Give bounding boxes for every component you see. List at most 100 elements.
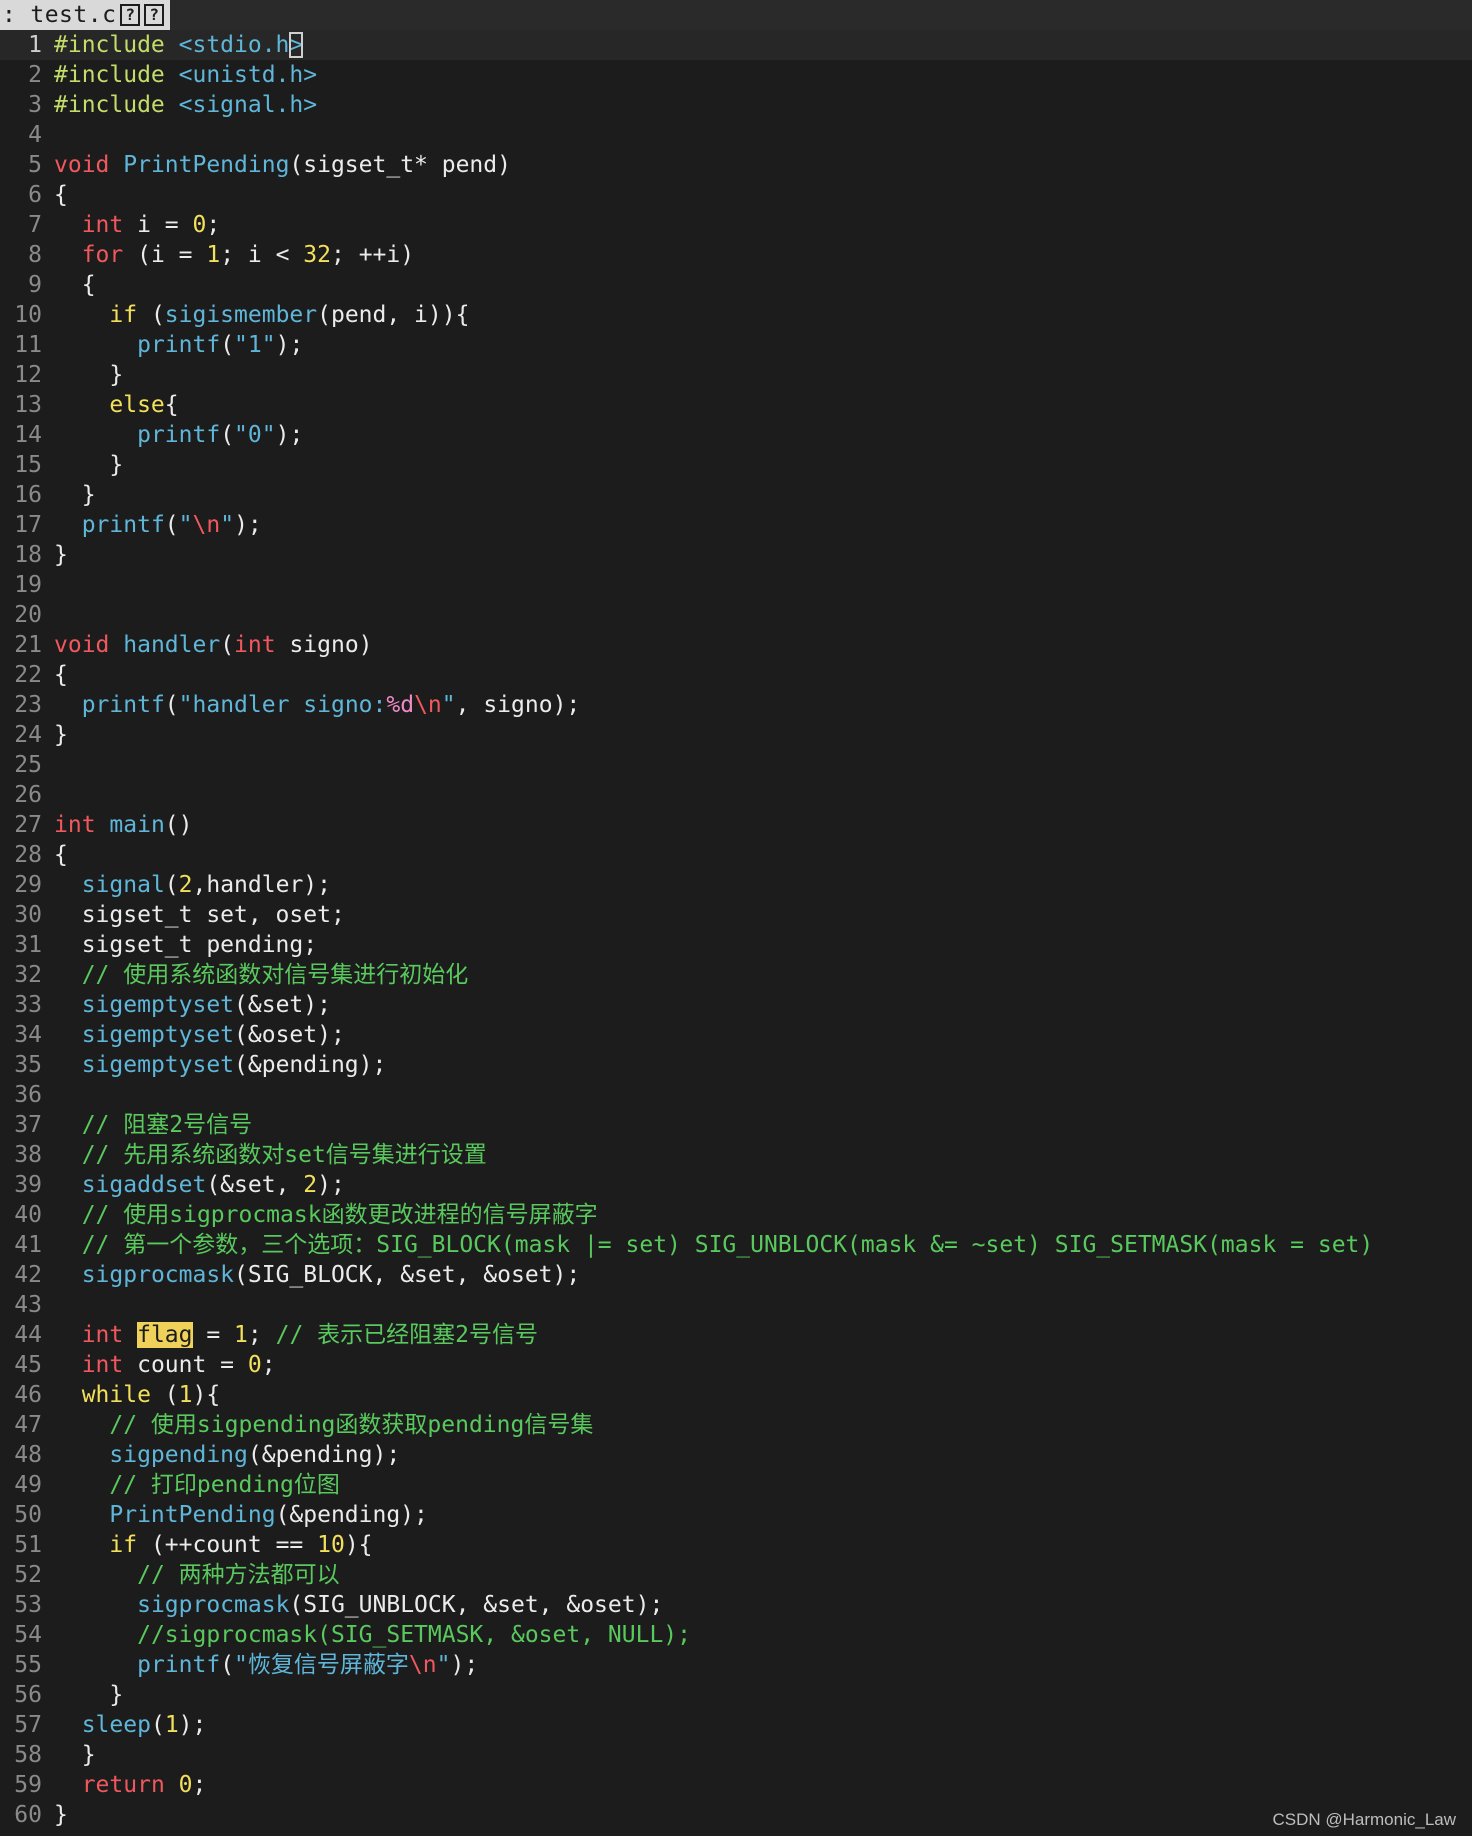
code-line[interactable]: 29 signal(2,handler); (0, 870, 1472, 900)
code-line[interactable]: 53 sigprocmask(SIG_UNBLOCK, &set, &oset)… (0, 1590, 1472, 1620)
code-line[interactable]: 17 printf("\n"); (0, 510, 1472, 540)
line-number: 52 (14, 1562, 42, 1588)
line-number: 57 (14, 1712, 42, 1738)
code-line[interactable]: 48 sigpending(&pending); (0, 1440, 1472, 1470)
line-code: int count = 0; (54, 1350, 276, 1380)
code-line[interactable]: 2 #include <unistd.h> (0, 60, 1472, 90)
line-code: #include <unistd.h> (54, 60, 317, 90)
code-line[interactable]: 45 int count = 0; (0, 1350, 1472, 1380)
line-code: { (54, 180, 68, 210)
code-line[interactable]: 32 // 使用系统函数对信号集进行初始化 (0, 960, 1472, 990)
code-line[interactable]: 3 #include <signal.h> (0, 90, 1472, 120)
code-line[interactable]: 59 return 0; (0, 1770, 1472, 1800)
code-line[interactable]: 9 { (0, 270, 1472, 300)
code-line[interactable]: 38 // 先用系统函数对set信号集进行设置 (0, 1140, 1472, 1170)
code-token: (&pending); (247, 1442, 401, 1468)
code-token: (sigset_t* pend) (289, 152, 511, 178)
line-number: 40 (14, 1202, 42, 1228)
code-line[interactable]: 13 else{ (0, 390, 1472, 420)
code-line[interactable]: 57 sleep(1); (0, 1710, 1472, 1740)
code-token: void (54, 632, 110, 658)
code-line[interactable]: 55 printf("恢复信号屏蔽字\n"); (0, 1650, 1472, 1680)
code-line[interactable]: 21 void handler(int signo) (0, 630, 1472, 660)
code-token: 1 (164, 1712, 179, 1738)
tab-test-c[interactable]: : test.c ? ? (0, 0, 171, 30)
code-line[interactable]: 7 int i = 0; (0, 210, 1472, 240)
line-code: sigemptyset(&oset); (54, 1020, 345, 1050)
code-line[interactable]: 34 sigemptyset(&oset); (0, 1020, 1472, 1050)
line-number: 6 (28, 182, 42, 208)
code-token: = (192, 1322, 235, 1348)
code-token: printf (81, 692, 165, 718)
code-line[interactable]: 37 // 阻塞2号信号 (0, 1110, 1472, 1140)
code-line[interactable]: 42 sigprocmask(SIG_BLOCK, &set, &oset); (0, 1260, 1472, 1290)
code-line[interactable]: 22 { (0, 660, 1472, 690)
code-line[interactable]: 25 (0, 750, 1472, 780)
code-line[interactable]: 28 { (0, 840, 1472, 870)
code-token: printf (137, 422, 221, 448)
code-line[interactable]: 31 sigset_t pending; (0, 930, 1472, 960)
code-line[interactable]: 41 // 第一个参数，三个选项：SIG_BLOCK(mask |= set) … (0, 1230, 1472, 1260)
code-line[interactable]: 10 if (sigismember(pend, i)){ (0, 300, 1472, 330)
line-code: } (54, 450, 123, 480)
line-number: 35 (14, 1052, 42, 1078)
code-line[interactable]: 19 (0, 570, 1472, 600)
code-line[interactable]: 40 // 使用sigprocmask函数更改进程的信号屏蔽字 (0, 1200, 1472, 1230)
code-line[interactable]: 47 // 使用sigpending函数获取pending信号集 (0, 1410, 1472, 1440)
line-number: 54 (14, 1622, 42, 1648)
line-code: // 使用系统函数对信号集进行初始化 (54, 960, 469, 990)
code-line[interactable]: 36 (0, 1080, 1472, 1110)
code-line[interactable]: 14 printf("0"); (0, 420, 1472, 450)
code-line[interactable]: 30 sigset_t set, oset; (0, 900, 1472, 930)
code-line[interactable]: 1 #include <stdio.h> (0, 30, 1472, 60)
code-token: ( (220, 632, 235, 658)
code-token: ); (178, 1712, 207, 1738)
code-token: int (81, 1352, 124, 1378)
line-code: // 阻塞2号信号 (54, 1110, 252, 1140)
line-code: void handler(int signo) (54, 630, 373, 660)
code-line[interactable]: 49 // 打印pending位图 (0, 1470, 1472, 1500)
code-editor[interactable]: 1 #include <stdio.h> 2 #include <unistd.h> 3… (0, 30, 1472, 1830)
code-line[interactable]: 35 sigemptyset(&pending); (0, 1050, 1472, 1080)
code-line[interactable]: 56 } (0, 1680, 1472, 1710)
code-token: (&set); (234, 992, 331, 1018)
code-line[interactable]: 5 void PrintPending(sigset_t* pend) (0, 150, 1472, 180)
code-token: // 先用系统函数对set信号集进行设置 (81, 1142, 487, 1168)
code-line[interactable]: 4 (0, 120, 1472, 150)
code-line[interactable]: 44 int flag = 1; // 表示已经阻塞2号信号 (0, 1320, 1472, 1350)
code-line[interactable]: 58 } (0, 1740, 1472, 1770)
code-token: "0" (234, 422, 276, 448)
line-code: { (54, 270, 96, 300)
code-line[interactable]: 46 while (1){ (0, 1380, 1472, 1410)
line-code: sigset_t set, oset; (54, 900, 345, 930)
code-line[interactable]: 51 if (++count == 10){ (0, 1530, 1472, 1560)
line-number: 13 (14, 392, 42, 418)
code-line[interactable]: 15 } (0, 450, 1472, 480)
code-line[interactable]: 20 (0, 600, 1472, 630)
code-line[interactable]: 16 } (0, 480, 1472, 510)
code-line[interactable]: 39 sigaddset(&set, 2); (0, 1170, 1472, 1200)
code-line[interactable]: 50 PrintPending(&pending); (0, 1500, 1472, 1530)
code-token: ,handler); (192, 872, 331, 898)
code-line[interactable]: 54 //sigprocmask(SIG_SETMASK, &oset, NUL… (0, 1620, 1472, 1650)
code-token: ; (206, 212, 221, 238)
code-line[interactable]: 24} (0, 720, 1472, 750)
code-line[interactable]: 26 (0, 780, 1472, 810)
code-line[interactable]: 52 // 两种方法都可以 (0, 1560, 1472, 1590)
code-line[interactable]: 6{ (0, 180, 1472, 210)
code-line[interactable]: 33 sigemptyset(&set); (0, 990, 1472, 1020)
line-number: 44 (14, 1322, 42, 1348)
code-token: <signal.h> (178, 92, 318, 118)
line-number: 4 (28, 122, 42, 148)
code-line[interactable]: 18} (0, 540, 1472, 570)
code-line[interactable]: 8 for (i = 1; i < 32; ++i) (0, 240, 1472, 270)
code-line[interactable]: 23 printf("handler signo:%d\n", signo); (0, 690, 1472, 720)
code-line[interactable]: 12 } (0, 360, 1472, 390)
code-line[interactable]: 43 (0, 1290, 1472, 1320)
code-line[interactable]: 27 int main() (0, 810, 1472, 840)
code-line[interactable]: 11 printf("1"); (0, 330, 1472, 360)
code-line[interactable]: 60} (0, 1800, 1472, 1830)
code-token: } (54, 452, 124, 478)
